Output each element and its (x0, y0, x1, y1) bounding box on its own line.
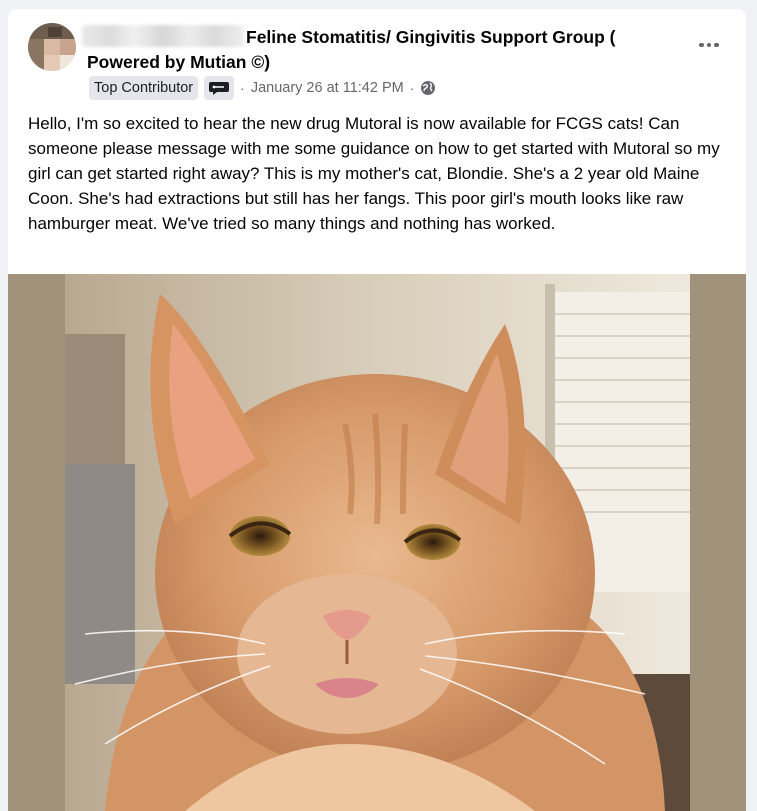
dot (699, 42, 704, 48)
meta-separator: · (240, 80, 245, 96)
post-meta: Top Contributor · January 26 at 11:42 PM… (89, 76, 436, 100)
group-name-link[interactable]: Feline Stomatitis/ Gingivitis Support Gr… (87, 25, 657, 75)
contributor-badge-icon[interactable] (204, 76, 235, 100)
author-avatar[interactable] (28, 23, 76, 71)
more-options-icon[interactable] (694, 35, 724, 55)
post-card: Feline Stomatitis/ Gingivitis Support Gr… (8, 9, 746, 811)
globe-icon[interactable] (420, 80, 436, 96)
speech-bubble-icon (209, 82, 230, 95)
post-body-text: Hello, I'm so excited to hear the new dr… (28, 114, 720, 233)
dot (706, 42, 712, 48)
meta-separator: · (409, 80, 415, 96)
post-timestamp[interactable]: January 26 at 11:42 PM (251, 80, 404, 96)
cat-photo-illustration (65, 274, 690, 811)
post-media[interactable] (8, 274, 746, 811)
cat-photo[interactable] (65, 274, 690, 811)
dot (714, 42, 719, 48)
top-contributor-badge[interactable]: Top Contributor (89, 76, 199, 100)
